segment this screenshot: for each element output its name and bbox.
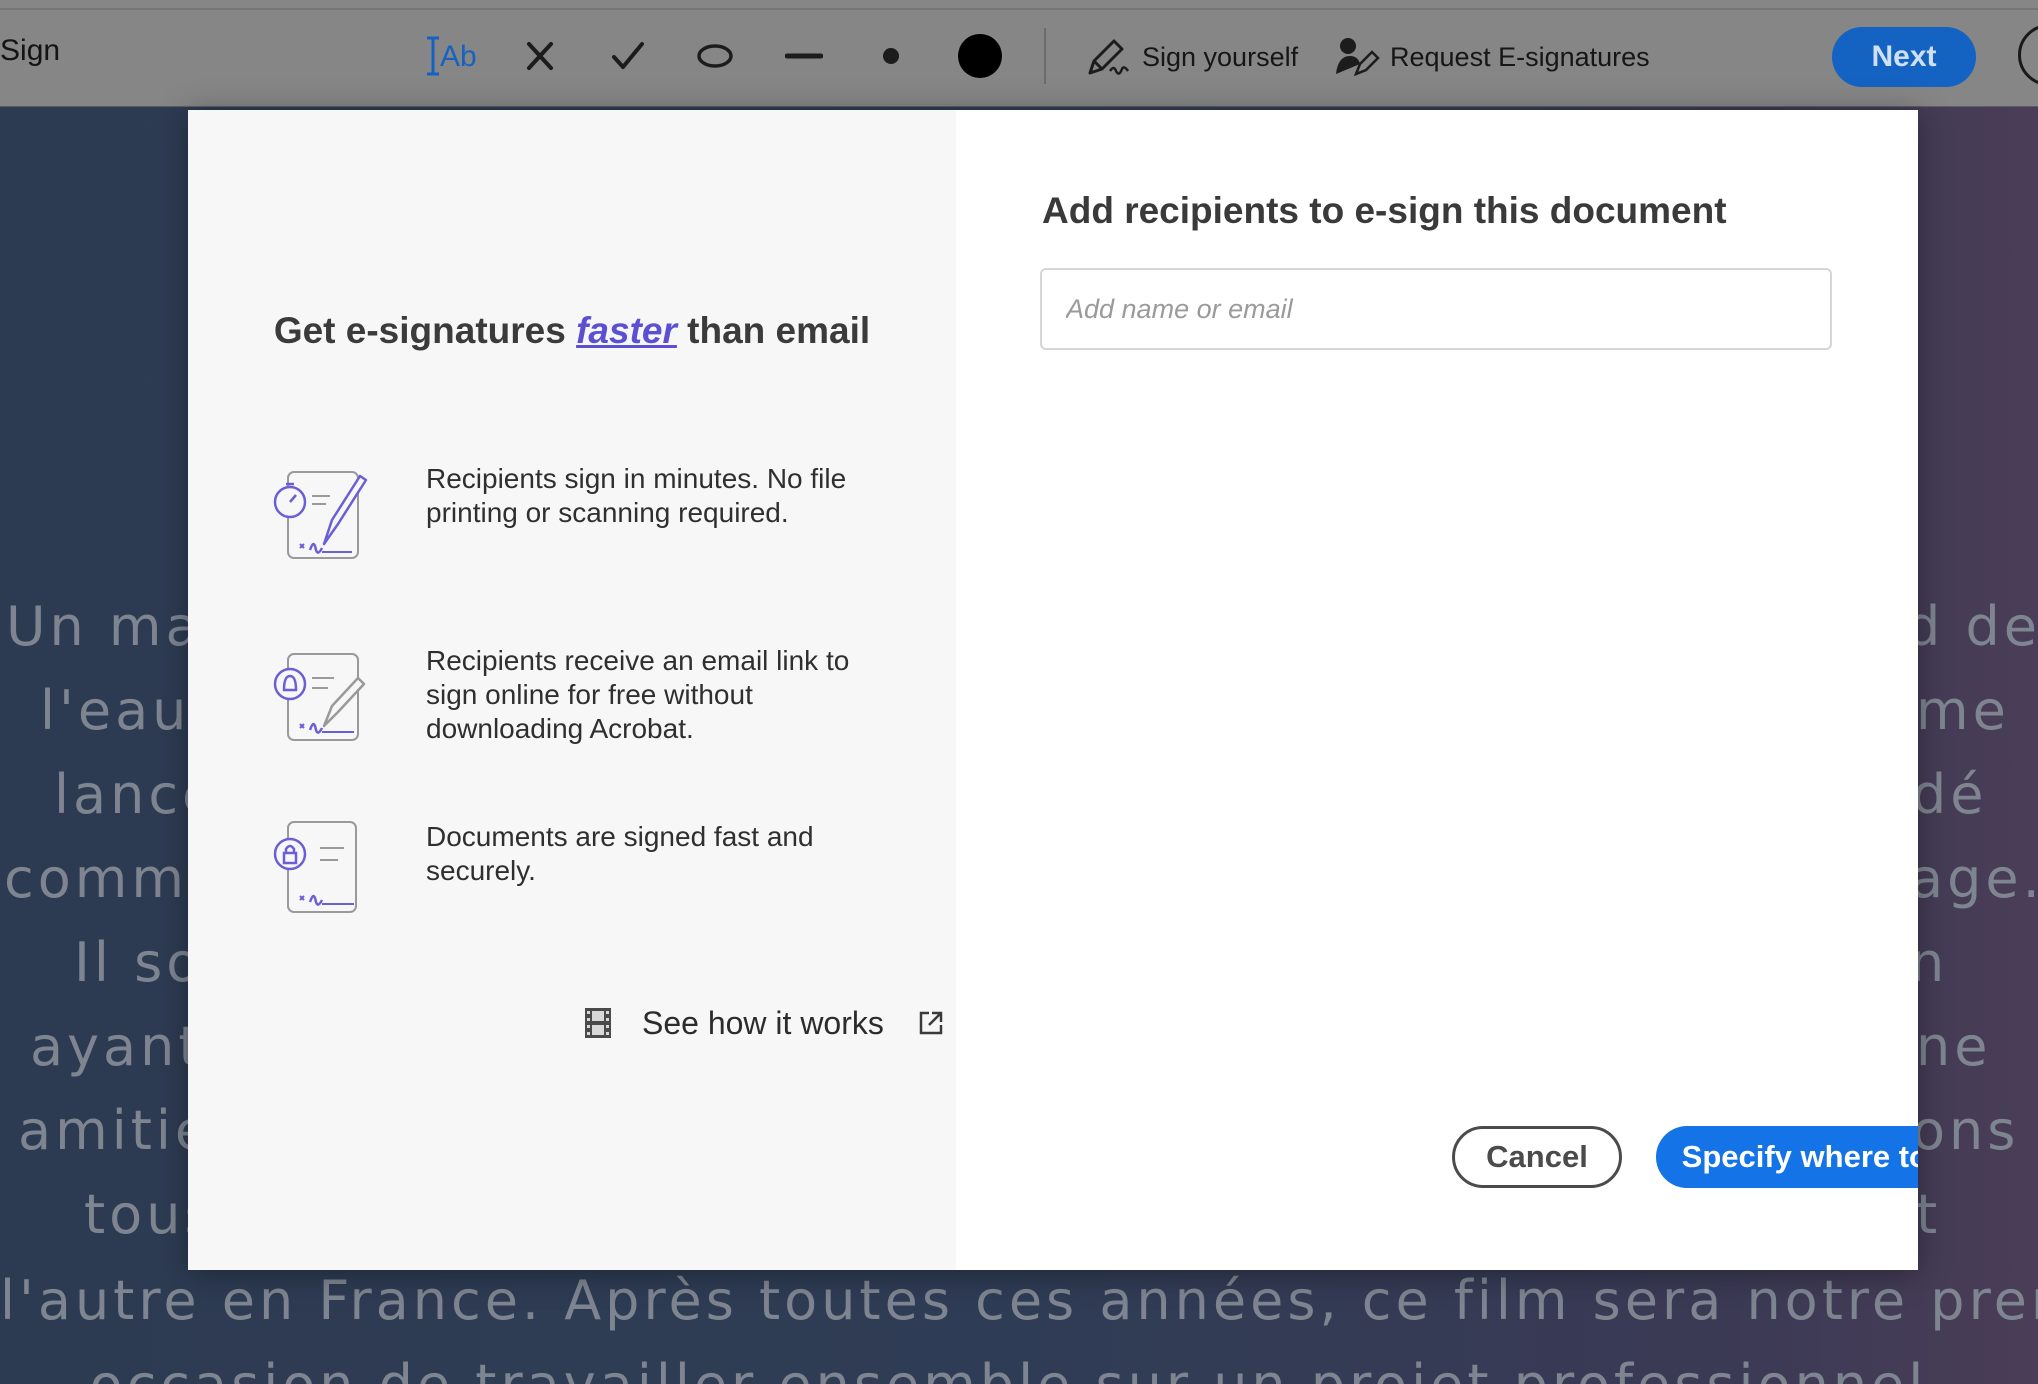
recipient-email-input[interactable] bbox=[1040, 268, 1832, 350]
promo-panel: Get e-signatures faster than email Recip… bbox=[188, 110, 956, 1270]
promo-title-emphasis: faster bbox=[576, 310, 677, 351]
see-how-it-works-label: See how it works bbox=[642, 1004, 884, 1041]
bell-signature-icon bbox=[273, 653, 366, 741]
stopwatch-signature-icon bbox=[273, 471, 368, 559]
specify-where-to-sign-button[interactable]: Specify where to sign bbox=[1656, 1126, 1918, 1188]
film-icon bbox=[585, 1008, 611, 1038]
feature-item: Recipients receive an email link to sign… bbox=[272, 644, 892, 754]
recipients-panel: Add recipients to e-sign this document C… bbox=[956, 110, 1918, 1270]
dot-icon bbox=[883, 48, 899, 64]
doc-line: occasion de travailler ensemble sur un p… bbox=[0, 1353, 2038, 1384]
toolbar-separator bbox=[1044, 28, 1046, 84]
promo-title-start: Get e-signatures bbox=[273, 310, 566, 351]
people-signature-icon bbox=[1336, 38, 1380, 77]
cross-mark-button[interactable] bbox=[520, 30, 560, 82]
line-tool-button[interactable] bbox=[784, 30, 824, 82]
feature-item: Recipients sign in minutes. No file prin… bbox=[272, 462, 892, 572]
text-tool-icon: Ab bbox=[427, 36, 477, 76]
color-swatch-icon bbox=[958, 34, 1002, 78]
sign-yourself-label: Sign yourself bbox=[1142, 41, 1299, 72]
check-mark-button[interactable] bbox=[608, 30, 648, 82]
external-link-icon bbox=[919, 1011, 943, 1035]
line-icon bbox=[785, 53, 823, 59]
cancel-button[interactable]: Cancel bbox=[1452, 1126, 1622, 1188]
see-how-it-works-link[interactable]: See how it works bbox=[584, 998, 944, 1048]
request-esignature-dialog: Get e-signatures faster than email Recip… bbox=[188, 110, 1918, 1270]
promo-title-end: than email bbox=[687, 310, 871, 351]
color-picker-button[interactable] bbox=[956, 30, 1004, 82]
toolbar-divider bbox=[0, 8, 2038, 10]
ellipse-icon bbox=[697, 44, 733, 68]
toolbar-title-label: Sign bbox=[0, 34, 61, 67]
feature-text: Documents are signed fast and securely. bbox=[426, 821, 814, 886]
promo-title: Get e-signatures faster than email bbox=[188, 310, 956, 352]
feature-text: Recipients receive an email link to sign… bbox=[426, 645, 850, 744]
text-tool-button[interactable]: Ab bbox=[424, 30, 480, 82]
ellipse-tool-button[interactable] bbox=[694, 30, 736, 82]
doc-line: l'autre en France. Après toutes ces anné… bbox=[0, 1269, 2038, 1332]
feature-text: Recipients sign in minutes. No file prin… bbox=[426, 463, 847, 528]
request-esignatures-label: Request E-signatures bbox=[1390, 41, 1650, 72]
lock-signature-icon bbox=[273, 821, 357, 913]
pen-signature-icon bbox=[1088, 39, 1130, 75]
sign-yourself-button[interactable]: Sign yourself bbox=[1084, 34, 1298, 80]
feature-item: Documents are signed fast and securely. bbox=[272, 818, 892, 928]
more-options-button[interactable] bbox=[2018, 24, 2038, 86]
cross-mark-icon bbox=[527, 42, 553, 70]
sign-toolbar: Sign Ab Sign yourself Request E-signatur… bbox=[0, 0, 2038, 107]
toolbar-title: Sign bbox=[0, 34, 60, 68]
recipients-title: Add recipients to e-sign this document bbox=[1042, 190, 1727, 231]
dot-tool-button[interactable] bbox=[876, 30, 906, 82]
request-esignatures-button[interactable]: Request E-signatures bbox=[1334, 34, 1650, 80]
check-mark-icon bbox=[612, 42, 644, 69]
svg-text:Ab: Ab bbox=[440, 40, 477, 73]
next-button[interactable]: Next bbox=[1832, 27, 1976, 87]
